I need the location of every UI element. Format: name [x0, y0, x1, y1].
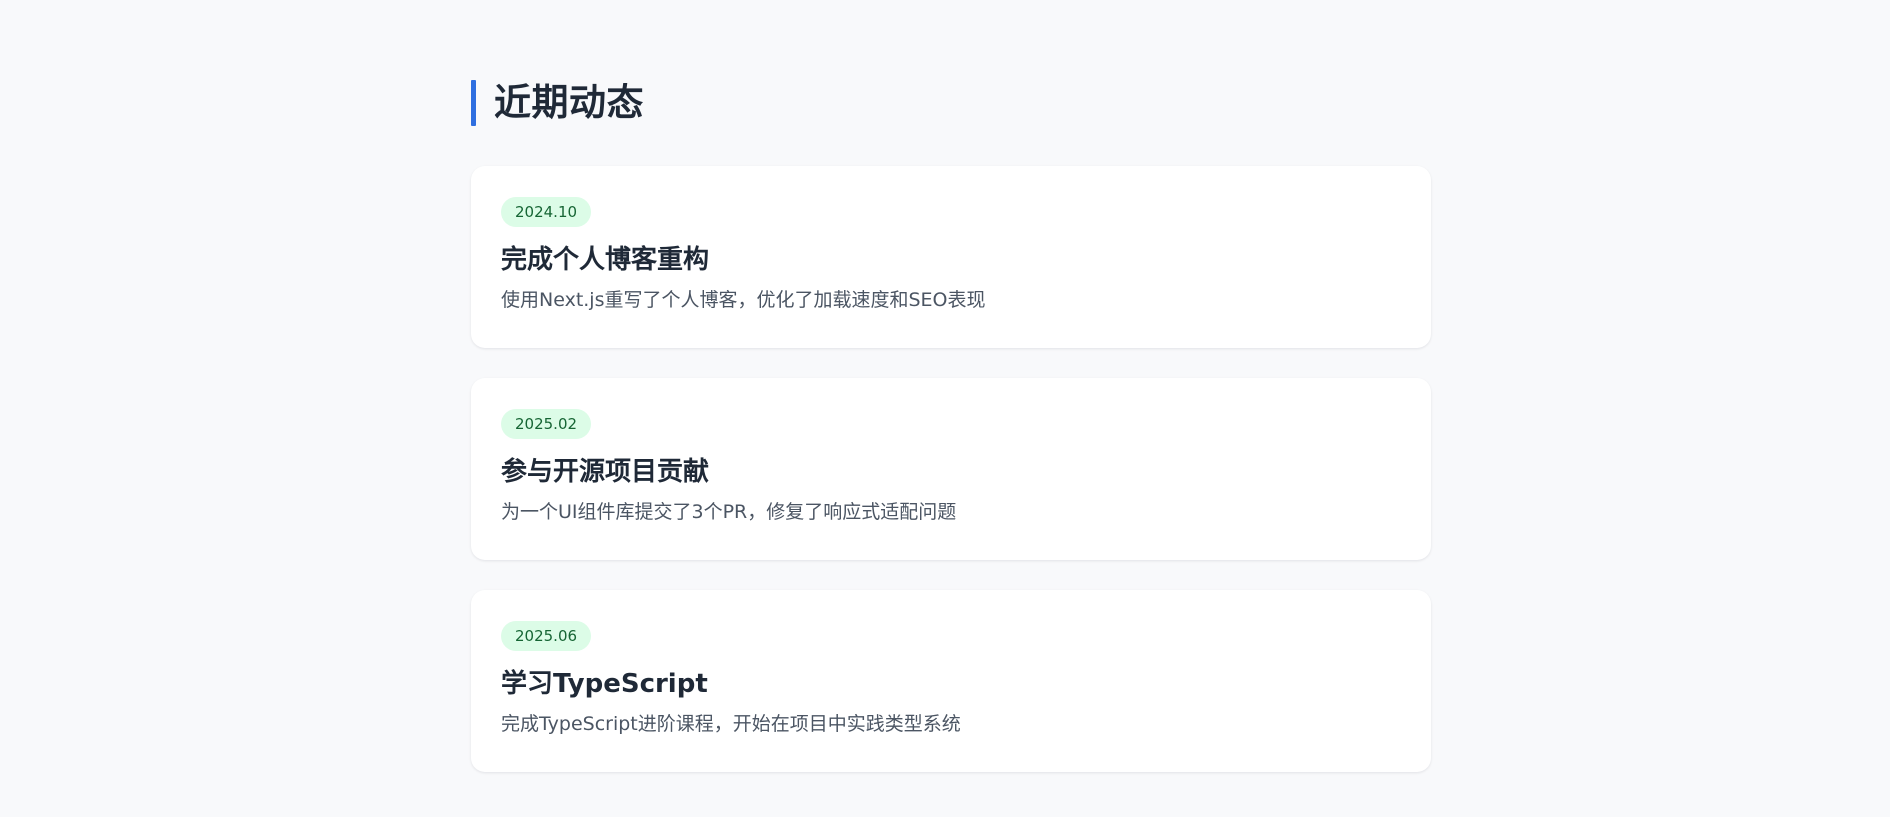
activity-timeline: 2024.10 完成个人博客重构 使用Next.js重写了个人博客，优化了加载速… [471, 166, 1431, 772]
section-title: 近期动态 [494, 81, 644, 124]
activity-title: 参与开源项目贡献 [501, 457, 710, 487]
date-badge: 2025.02 [501, 409, 592, 439]
activity-description: 为一个UI组件库提交了3个PR，修复了响应式适配问题 [501, 501, 957, 523]
activity-card: 2025.02 参与开源项目贡献 为一个UI组件库提交了3个PR，修复了响应式适… [471, 378, 1431, 560]
activity-description: 完成TypeScript进阶课程，开始在项目中实践类型系统 [501, 713, 961, 735]
section-accent-bar [471, 80, 476, 126]
date-badge: 2025.06 [501, 621, 592, 651]
activity-card: 2025.06 学习TypeScript 完成TypeScript进阶课程，开始… [471, 590, 1431, 772]
activity-card: 2024.10 完成个人博客重构 使用Next.js重写了个人博客，优化了加载速… [471, 166, 1431, 348]
activity-title: 完成个人博客重构 [501, 245, 710, 275]
activity-description: 使用Next.js重写了个人博客，优化了加载速度和SEO表现 [501, 289, 986, 311]
date-badge: 2024.10 [501, 197, 592, 227]
recent-activity-section: 近期动态 2024.10 完成个人博客重构 使用Next.js重写了个人博客，优… [471, 80, 1431, 772]
section-header: 近期动态 [471, 80, 1431, 126]
activity-title: 学习TypeScript [501, 669, 708, 699]
